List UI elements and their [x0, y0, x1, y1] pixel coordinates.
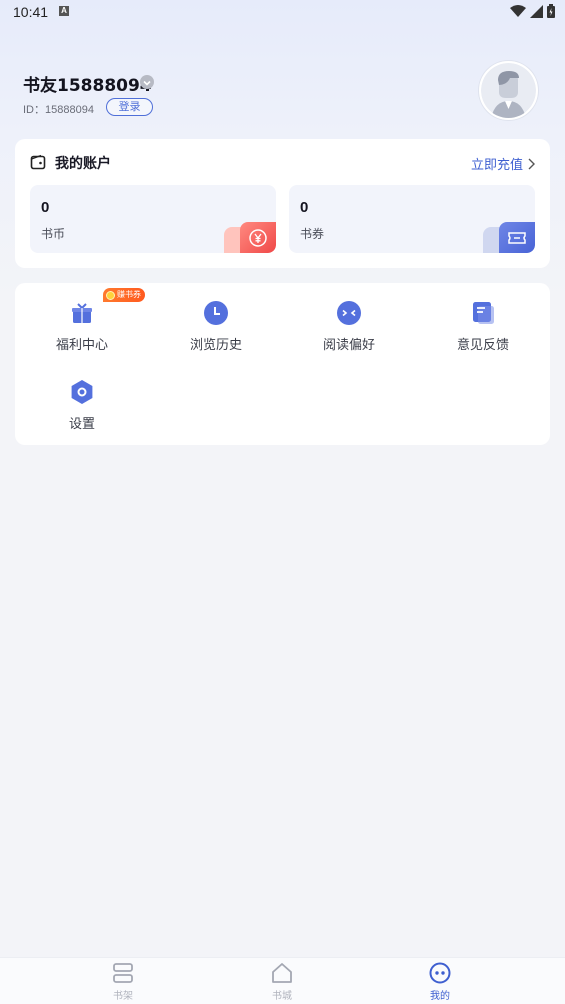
clock-icon: [203, 300, 229, 326]
recharge-label: 立即充值: [470, 158, 523, 173]
bookshelf-icon: [113, 963, 133, 983]
menu-item-history[interactable]: 浏览历史: [149, 283, 283, 355]
menu-card: 福利中心 赚书券 浏览历史 阅读偏好 意见反馈 设置: [15, 283, 550, 445]
menu-item-settings[interactable]: 设置: [15, 362, 149, 434]
gift-icon: [69, 300, 95, 326]
vouchers-label: 书券: [300, 227, 325, 241]
recharge-link[interactable]: 立即充值: [471, 154, 535, 173]
notification-icon: A: [59, 6, 69, 16]
feedback-icon: [470, 300, 496, 326]
coin-icon: [240, 222, 276, 253]
nav-label: 书架: [113, 991, 133, 1002]
coins-value: 0: [41, 199, 50, 216]
signal-icon: [530, 4, 543, 18]
nav-item-mine[interactable]: 我的: [410, 962, 470, 1004]
nav-item-bookstore[interactable]: 书城: [252, 962, 312, 1004]
menu-item-preference[interactable]: 阅读偏好: [282, 283, 416, 355]
nav-label: 书城: [272, 991, 292, 1002]
promo-badge-text: 赚书券: [117, 290, 141, 299]
status-bar: 10:41 A: [0, 0, 565, 24]
bottom-nav: 书架 书城 我的: [0, 957, 565, 1004]
login-button[interactable]: 登录: [106, 98, 153, 116]
ticket-icon: [499, 222, 535, 253]
nav-item-bookshelf[interactable]: 书架: [93, 962, 153, 1004]
status-time: 10:41: [13, 4, 49, 20]
battery-icon: [547, 4, 555, 18]
wifi-icon: [510, 4, 526, 17]
vouchers-value: 0: [300, 199, 309, 216]
home-icon: [272, 963, 292, 983]
account-card: 我的账户 立即充值 0 书币 0 书券: [15, 139, 550, 268]
user-id: ID：15888094: [23, 104, 94, 116]
coin-dot-icon: [106, 290, 115, 300]
nav-label: 我的: [430, 991, 450, 1002]
profile-icon: [429, 962, 451, 984]
default-avatar-icon: [481, 63, 536, 118]
menu-item-welfare[interactable]: 福利中心 赚书券: [15, 283, 149, 355]
menu-item-feedback[interactable]: 意见反馈: [416, 283, 550, 355]
menu-item-label: 阅读偏好: [322, 338, 375, 353]
vouchers-balance[interactable]: 0 书券: [289, 185, 535, 253]
settings-icon: [69, 379, 95, 405]
menu-item-label: 福利中心: [55, 338, 108, 353]
wallet-icon: [30, 154, 46, 170]
menu-item-label: 浏览历史: [189, 338, 242, 353]
coins-balance[interactable]: 0 书币: [30, 185, 276, 253]
account-title: 我的账户: [55, 156, 111, 172]
preference-icon: [336, 300, 362, 326]
chevron-right-icon: [528, 158, 535, 169]
menu-item-label: 意见反馈: [456, 338, 509, 353]
menu-item-label: 设置: [68, 417, 95, 432]
promo-badge: 赚书券: [103, 288, 145, 302]
coins-label: 书币: [41, 227, 66, 241]
status-icons: [510, 4, 555, 18]
vip-chevron-icon[interactable]: [140, 75, 154, 89]
user-name: 书友15888094: [23, 76, 152, 96]
avatar[interactable]: [479, 61, 538, 120]
